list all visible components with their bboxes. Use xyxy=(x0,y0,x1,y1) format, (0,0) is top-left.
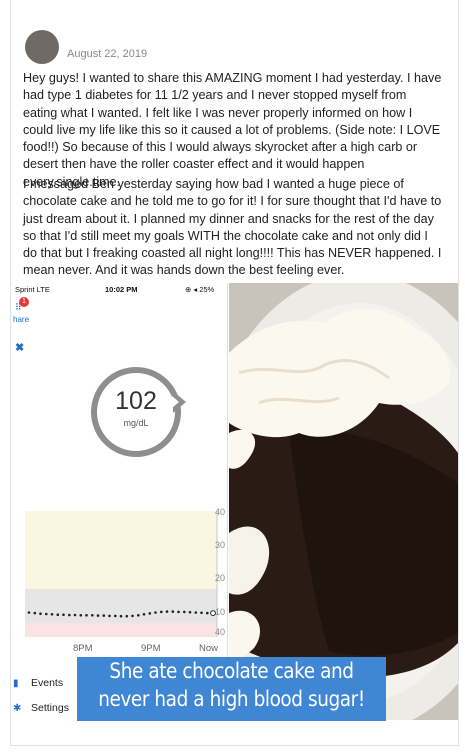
glucose-point xyxy=(125,614,129,618)
glucose-point xyxy=(206,611,209,615)
post-paragraph-2: I messaged Ben yesterday saying how bad … xyxy=(23,177,442,278)
battery-status: ⊕ ◂ 25% xyxy=(185,285,215,294)
glucose-point xyxy=(50,613,54,616)
glucose-point xyxy=(96,614,100,617)
avatar[interactable] xyxy=(25,30,59,64)
glucose-point xyxy=(102,614,106,617)
share-label[interactable]: hare xyxy=(13,315,29,324)
glucose-point xyxy=(114,614,117,618)
glucose-point xyxy=(160,610,163,614)
glucose-chart-svg xyxy=(25,511,218,637)
glucose-point xyxy=(188,610,192,614)
post-card: August 22, 2019 Hey guys! I wanted to sh… xyxy=(10,0,459,746)
glucose-point xyxy=(137,614,140,617)
glucose-point xyxy=(177,610,180,614)
glucose-point xyxy=(171,610,175,613)
glucose-point xyxy=(194,611,198,614)
caption-line-2: never had a high blood sugar! xyxy=(98,687,365,711)
caption-line-1: She ate chocolate cake and xyxy=(109,659,354,683)
low-zone xyxy=(25,623,217,637)
glucose-point xyxy=(91,614,94,617)
glucose-point xyxy=(27,611,31,614)
glucose-point xyxy=(73,613,77,617)
glucose-chart: 40 30 20 10 40 xyxy=(13,507,227,647)
target-zone xyxy=(25,589,217,623)
x-tick-label: Now xyxy=(199,643,219,654)
x-tick-label: 9PM xyxy=(141,643,161,654)
status-bar: Sprint LTE 10:02 PM ⊕ ◂ 25% xyxy=(13,283,227,295)
carrier-text: Sprint LTE xyxy=(15,285,50,294)
glucose-point xyxy=(79,614,83,617)
glucose-point xyxy=(183,610,186,614)
trend-arrow-inner xyxy=(172,396,179,408)
x-tick-label: 8PM xyxy=(73,643,93,654)
share-icon[interactable]: ⠿ xyxy=(15,302,22,313)
cgm-app-screenshot: Sprint LTE 10:02 PM ⊕ ◂ 25% 1 ⠿ hare ✖ 1… xyxy=(13,283,228,720)
glucose-point xyxy=(119,614,123,618)
glucose-point xyxy=(56,613,60,616)
cake-illustration xyxy=(229,283,458,720)
caption-banner: She ate chocolate cake and never had a h… xyxy=(77,657,386,721)
high-zone xyxy=(25,511,217,589)
y-tick-label: 20 xyxy=(215,573,226,583)
y-tick-label: 30 xyxy=(215,540,226,550)
glucose-gauge: 102 mg/dL xyxy=(91,367,181,457)
glucose-point xyxy=(142,613,146,616)
status-time: 10:02 PM xyxy=(105,285,138,294)
nav-settings[interactable]: ✱ Settings xyxy=(13,702,69,714)
y-tick-label: 10 xyxy=(215,607,226,617)
glucose-value: 102 xyxy=(115,387,157,415)
glucose-point xyxy=(154,611,157,614)
glucose-point xyxy=(108,614,111,618)
gear-icon: ✱ xyxy=(13,703,22,714)
y-tick-label: 40 xyxy=(215,627,226,637)
glucose-point xyxy=(148,612,152,615)
glucose-unit: mg/dL xyxy=(123,418,149,428)
glucose-point xyxy=(62,613,65,616)
post-paragraph-1: Hey guys! I wanted to share this AMAZING… xyxy=(23,71,442,189)
glucose-point xyxy=(39,612,42,615)
nav-events-label: Events xyxy=(31,677,64,689)
glucose-point xyxy=(200,611,203,615)
glucose-point xyxy=(165,610,169,613)
glucose-point xyxy=(85,614,88,617)
glucose-point xyxy=(45,612,48,616)
glucose-point xyxy=(68,613,71,617)
post-date: August 22, 2019 xyxy=(67,48,148,60)
bluetooth-icon[interactable]: ✖ xyxy=(15,341,24,354)
chocolate-cake-photo xyxy=(229,283,458,720)
y-tick-label: 40 xyxy=(215,507,226,517)
glucose-point xyxy=(33,611,37,615)
nav-events[interactable]: ▮ Events xyxy=(13,677,63,689)
nav-settings-label: Settings xyxy=(31,702,69,714)
glucose-point xyxy=(131,614,134,618)
list-icon: ▮ xyxy=(13,678,19,689)
